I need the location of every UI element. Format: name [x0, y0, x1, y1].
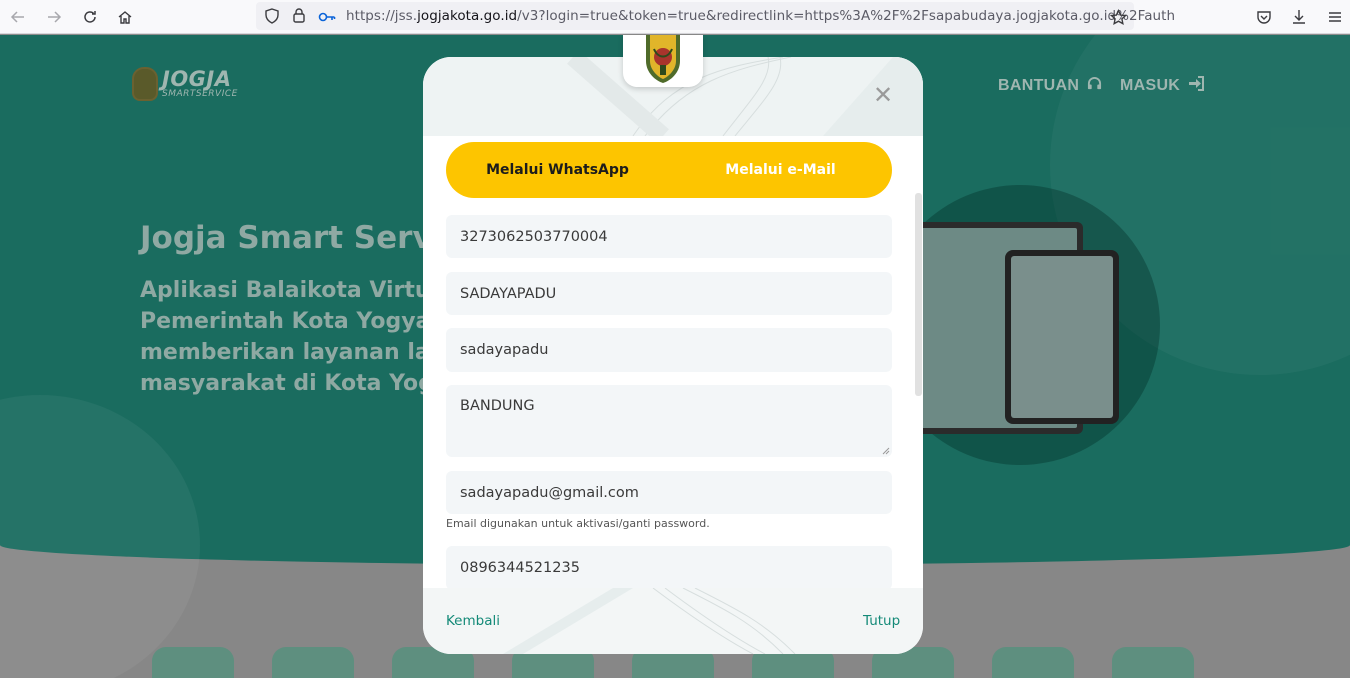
site-logo[interactable]: JOGJA SMARTSERVICE — [132, 67, 238, 101]
nav-bantuan[interactable]: BANTUAN — [998, 76, 1102, 96]
headset-icon — [1087, 76, 1102, 96]
modal-scrollbar[interactable] — [915, 193, 922, 396]
registration-modal: ✕ Melalui WhatsApp Melalui e-Mail 327306… — [423, 57, 923, 654]
service-tile[interactable] — [992, 647, 1074, 678]
url-text[interactable]: https://jss.jogjakota.go.id/v3?login=tru… — [346, 8, 1175, 24]
nav-label: MASUK — [1120, 77, 1181, 94]
service-tile[interactable] — [272, 647, 354, 678]
close-link[interactable]: Tutup — [863, 613, 900, 629]
device-mockup-tablet — [1005, 250, 1119, 424]
logo-subtitle: SMARTSERVICE — [162, 89, 238, 99]
service-tile[interactable] — [152, 647, 234, 678]
name-field[interactable]: SADAYAPADU — [446, 272, 892, 315]
service-tile[interactable] — [1112, 647, 1194, 678]
tab-whatsapp[interactable]: Melalui WhatsApp — [446, 142, 669, 198]
city-emblem-icon — [646, 35, 680, 83]
phone-field[interactable]: 0896344521235 — [446, 546, 892, 588]
back-link[interactable]: Kembali — [446, 613, 500, 629]
nav-masuk[interactable]: MASUK — [1120, 76, 1205, 96]
url-bar[interactable]: https://jss.jogjakota.go.id/v3?login=tru… — [256, 2, 1175, 30]
hero-decoration — [0, 395, 200, 678]
modal-scroll-area[interactable]: Melalui WhatsApp Melalui e-Mail 32730625… — [423, 136, 923, 588]
pocket-icon[interactable] — [1251, 4, 1277, 30]
home-icon[interactable] — [112, 4, 138, 30]
email-field[interactable]: sadayapadu@gmail.com — [446, 471, 892, 514]
username-field[interactable]: sadayapadu — [446, 328, 892, 372]
shield-icon[interactable] — [264, 8, 280, 28]
nav-label: BANTUAN — [998, 77, 1080, 94]
address-value: BANDUNG — [460, 398, 535, 414]
resize-grip-icon[interactable] — [882, 447, 890, 455]
verification-method-toggle: Melalui WhatsApp Melalui e-Mail — [446, 142, 892, 198]
reload-icon[interactable] — [77, 4, 103, 30]
address-textarea[interactable]: BANDUNG — [446, 385, 892, 457]
bookmark-star-icon[interactable] — [1105, 4, 1131, 30]
sign-in-icon — [1188, 76, 1205, 96]
forward-icon[interactable] — [41, 4, 67, 30]
lock-icon[interactable] — [291, 7, 307, 28]
browser-toolbar: https://jss.jogjakota.go.id/v3?login=tru… — [0, 0, 1350, 34]
hero-title: Jogja Smart Servi — [140, 220, 444, 256]
download-icon[interactable] — [1286, 4, 1312, 30]
tab-email[interactable]: Melalui e-Mail — [669, 142, 892, 198]
back-icon[interactable] — [5, 4, 31, 30]
email-hint: Email digunakan untuk aktivasi/ganti pas… — [446, 517, 710, 530]
logo-title: JOGJA — [162, 67, 232, 91]
close-icon[interactable]: ✕ — [871, 81, 895, 109]
nik-field[interactable]: 3273062503770004 — [446, 215, 892, 258]
city-emblem-icon — [132, 67, 158, 101]
modal-logo-badge — [623, 35, 703, 87]
menu-icon[interactable] — [1322, 4, 1348, 30]
key-icon[interactable] — [318, 9, 336, 28]
